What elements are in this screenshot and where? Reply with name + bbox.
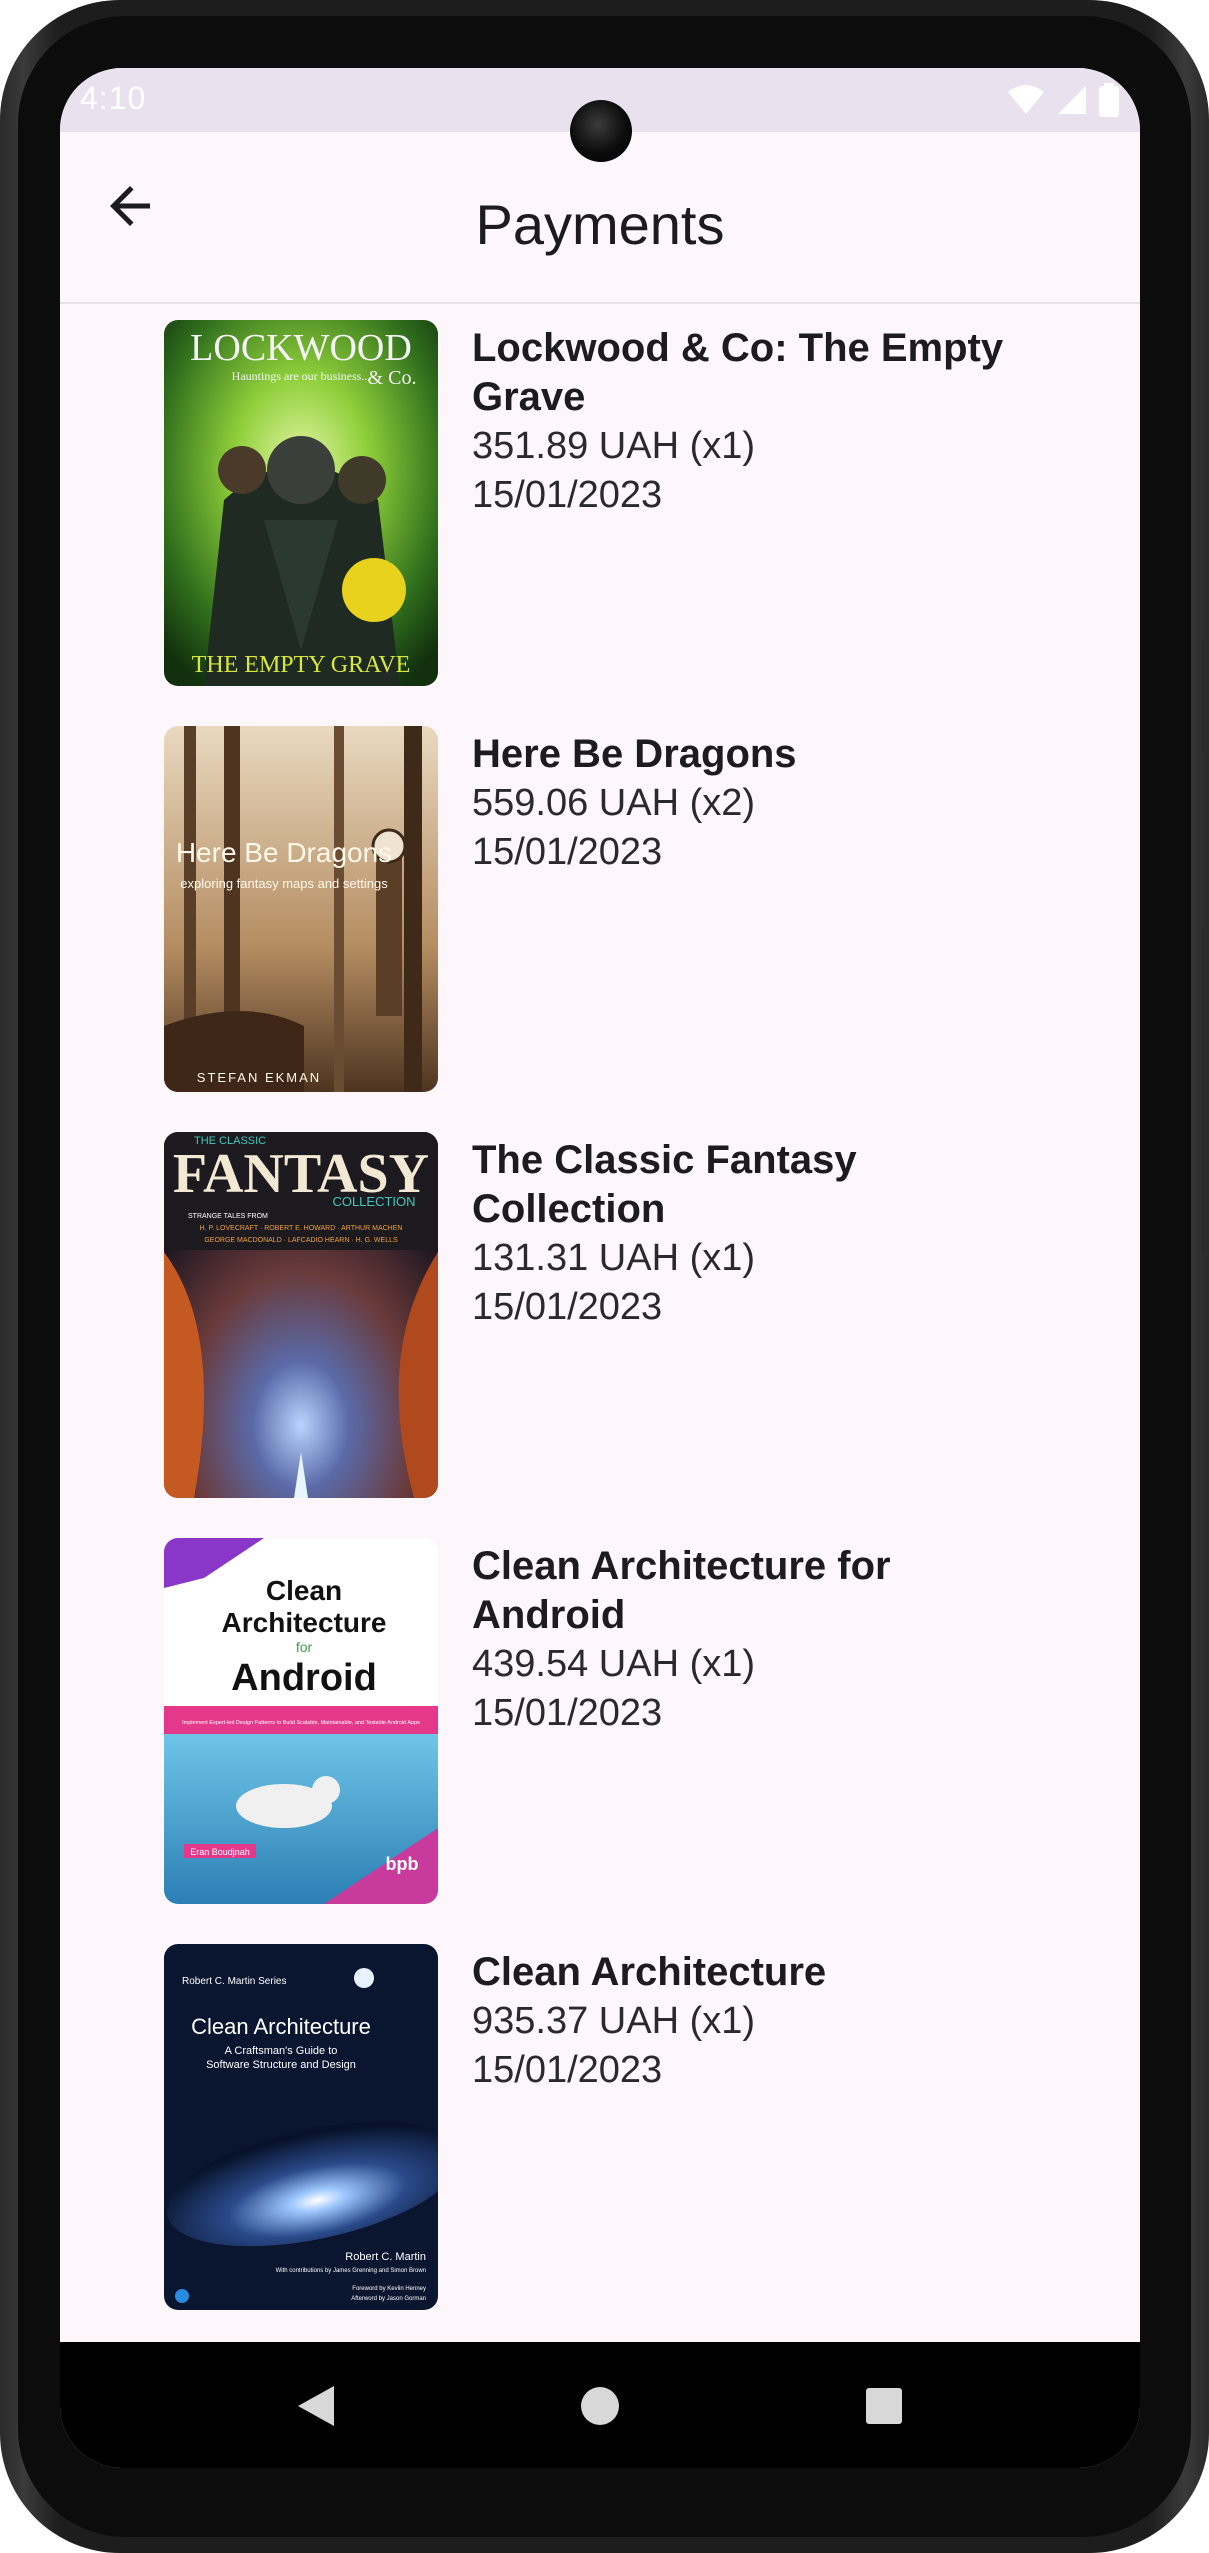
payment-item[interactable]: Here Be Dragons exploring fantasy maps a… <box>164 726 1064 1092</box>
cover-tagline: STRANGE TALES FROM <box>188 1213 268 1220</box>
book-title: Here Be Dragons <box>472 732 797 776</box>
book-title: Clean Architecture <box>472 1950 827 1994</box>
book-price: 131.31 UAH (x1) <box>472 1237 756 1279</box>
cover-contrib: With contributions by James Grenning and… <box>276 2268 426 2274</box>
cover-author: Robert C. Martin <box>345 2251 426 2263</box>
nav-back-button[interactable] <box>286 2376 346 2436</box>
cover-sub2: Software Structure and Design <box>206 2059 356 2071</box>
payment-item[interactable]: Clean Architecture for Android Implement… <box>164 1538 1064 1904</box>
book-price: 351.89 UAH (x1) <box>472 425 756 467</box>
cover-line2: Architecture <box>222 1607 387 1638</box>
payment-item[interactable]: THE CLASSIC FANTASY COLLECTION STRANGE T… <box>164 1132 1064 1498</box>
book-price: 559.06 UAH (x2) <box>472 782 756 824</box>
nav-home-button[interactable] <box>570 2376 630 2436</box>
cover-authors-2: GEORGE MACDONALD · LAFCADIO HEARN · H. G… <box>204 1237 398 1244</box>
payment-info: Here Be Dragons 559.06 UAH (x2) 15/01/20… <box>472 730 1032 877</box>
book-cover-lockwood: LOCKWOOD Hauntings are our business... &… <box>164 320 438 686</box>
payment-date: 15/01/2023 <box>472 1286 663 1328</box>
payment-info: The Classic Fantasy Collection 131.31 UA… <box>472 1136 1032 1332</box>
cover-afterword: Afterword by Jason Gorman <box>351 2296 426 2302</box>
payment-item[interactable]: Robert C. Martin Series Clean Architectu… <box>164 1944 1064 2310</box>
nav-recents-button[interactable] <box>854 2376 914 2436</box>
status-icons <box>1006 82 1120 118</box>
book-cover-here-be-dragons: Here Be Dragons exploring fantasy maps a… <box>164 726 438 1092</box>
phone-screen: 4:10 Payments LOCKWOOD Hauntings are our… <box>60 68 1140 2468</box>
payment-date: 15/01/2023 <box>472 831 663 873</box>
cover-line4: Android <box>231 1657 377 1699</box>
cover-co: & Co. <box>368 367 417 389</box>
home-circle-icon <box>581 2387 619 2425</box>
cover-sub: COLLECTION <box>332 1194 415 1209</box>
recents-square-icon <box>866 2388 902 2424</box>
book-price: 439.54 UAH (x1) <box>472 1643 756 1685</box>
cover-subtitle: exploring fantasy maps and settings <box>180 876 388 891</box>
back-triangle-icon <box>298 2386 334 2426</box>
payment-info: Clean Architecture for Android 439.54 UA… <box>472 1542 1032 1738</box>
cover-author: Eran Boudjnah <box>190 1847 250 1857</box>
cover-line1: Clean <box>266 1575 342 1606</box>
cover-series: Robert C. Martin Series <box>182 1976 286 1987</box>
status-time: 4:10 <box>80 80 147 116</box>
cover-line3: for <box>296 1639 313 1655</box>
cover-title: Here Be Dragons <box>176 837 392 868</box>
book-price: 935.37 UAH (x1) <box>472 2000 756 2042</box>
cover-title: Clean Architecture <box>191 2014 371 2039</box>
cover-authors-1: H. P. LOVECRAFT · ROBERT E. HOWARD · ART… <box>200 1225 403 1232</box>
front-camera <box>570 100 632 162</box>
system-nav-bar <box>60 2342 1140 2468</box>
cover-publisher: bpb <box>386 1854 419 1874</box>
power-button <box>1201 640 1209 752</box>
book-title: Lockwood & Co: The Empty Grave <box>472 326 1004 419</box>
payment-info: Clean Architecture 935.37 UAH (x1) 15/01… <box>472 1948 1032 2095</box>
book-title: Clean Architecture for Android <box>472 1544 891 1637</box>
book-cover-clean-android: Clean Architecture for Android Implement… <box>164 1538 438 1904</box>
signal-icon <box>1058 86 1086 114</box>
page-title: Payments <box>475 193 725 256</box>
cover-subtitle: Hauntings are our business... <box>232 369 371 383</box>
payment-info: Lockwood & Co: The Empty Grave 351.89 UA… <box>472 324 1032 520</box>
book-cover-clean-architecture: Robert C. Martin Series Clean Architectu… <box>164 1944 438 2310</box>
cover-desc: Implement Expert-led Design Patterns to … <box>182 1720 420 1726</box>
cover-author: STEFAN EKMAN <box>197 1070 321 1085</box>
cover-title: LOCKWOOD <box>190 327 412 369</box>
battery-icon <box>1099 83 1119 117</box>
book-cover-classic-fantasy: THE CLASSIC FANTASY COLLECTION STRANGE T… <box>164 1132 438 1498</box>
payment-item[interactable]: LOCKWOOD Hauntings are our business... &… <box>164 320 1064 686</box>
wifi-icon <box>1008 85 1044 114</box>
payment-date: 15/01/2023 <box>472 2049 663 2091</box>
cover-bottom: THE EMPTY GRAVE <box>192 652 411 678</box>
payment-date: 15/01/2023 <box>472 1692 663 1734</box>
book-title: The Classic Fantasy Collection <box>472 1138 857 1231</box>
cover-sub1: A Craftsman's Guide to <box>225 2045 338 2057</box>
cover-foreword: Foreword by Kevlin Henney <box>352 2286 426 2292</box>
payment-date: 15/01/2023 <box>472 474 663 516</box>
volume-button <box>1201 930 1209 1250</box>
